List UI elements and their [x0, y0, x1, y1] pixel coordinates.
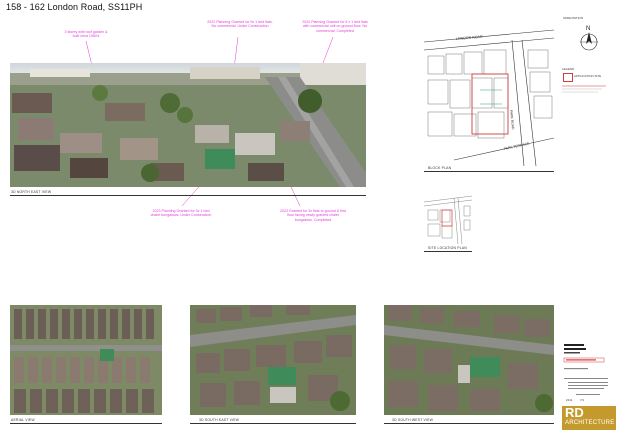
north-label: N — [586, 26, 590, 32]
block-plan-rule — [424, 171, 554, 172]
legend-title: LEGEND — [562, 67, 575, 71]
aerial-view-caption: AERIAL VIEW — [11, 418, 35, 422]
site-location-plan — [423, 192, 473, 245]
north-east-view-caption: 3D NORTH EAST VIEW — [11, 190, 52, 194]
orientation-label: ORIENTATION — [563, 16, 584, 20]
annotation-planning-2023-bungalows: 2023 Planning Granted for 3x 1 bed chale… — [150, 209, 212, 218]
site-location-caption: SITE LOCATION PLAN — [428, 246, 467, 250]
rd-architecture-logo: RD ARCHITECTURE — [562, 406, 616, 430]
logo-main-text: RD — [565, 405, 584, 420]
legend-site-swatch — [563, 73, 573, 82]
drawing-revision: P1 — [580, 398, 585, 402]
north-east-view-rule — [10, 195, 366, 196]
drawing-number: 2311 — [566, 398, 573, 402]
aerial-view-rule — [10, 423, 162, 424]
north-east-view-photo — [10, 63, 366, 187]
south-west-view-rule — [384, 423, 554, 424]
block-plan-caption: BLOCK PLAN — [428, 166, 452, 170]
legend-notes — [562, 85, 606, 93]
south-east-view-caption: 3D SOUTH EAST VIEW — [199, 418, 240, 422]
south-west-view-photo — [384, 305, 554, 415]
south-west-view-caption: 3D SOUTH WEST VIEW — [392, 418, 434, 422]
site-location-rule — [424, 251, 472, 252]
legend-site-label: APPLICATION SITE — [574, 74, 602, 78]
aerial-view-photo — [10, 305, 162, 415]
block-plan: LONDON ROAD PARK ROAD PARK TERRACE — [423, 20, 555, 167]
south-east-view-rule — [190, 423, 356, 424]
north-arrow-icon: N — [578, 24, 600, 54]
drawing-number-row: 2311 P1 — [566, 398, 584, 402]
south-east-view-photo — [190, 305, 356, 415]
logo-sub-text: ARCHITECTURE — [565, 420, 615, 426]
annotation-planning-2023-flats: 2023 Granted for 3x flats to ground & fi… — [280, 209, 346, 222]
